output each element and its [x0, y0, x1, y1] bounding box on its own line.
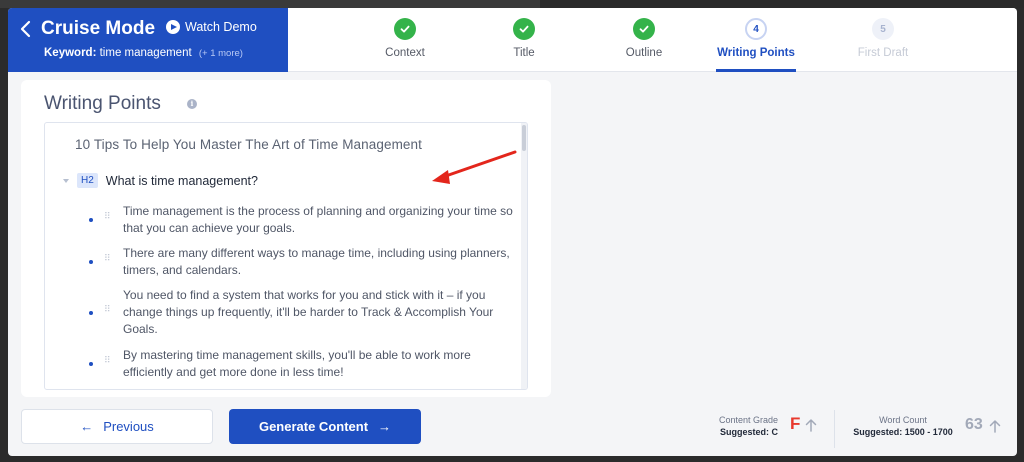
- arrow-left-icon: ←: [80, 419, 94, 434]
- check-icon: [513, 18, 535, 40]
- stepper-bar: Context Title Outline 4 Writing Points 5…: [288, 8, 1017, 72]
- arrow-up-icon: [805, 419, 817, 432]
- step-context[interactable]: Context: [350, 18, 460, 59]
- bullet-icon: [89, 362, 93, 366]
- step-label: Outline: [625, 47, 663, 59]
- backdrop: [0, 0, 1024, 8]
- article-title: 10 Tips To Help You Master The Art of Ti…: [75, 137, 422, 152]
- backdrop-bar: [540, 0, 1024, 8]
- keyword-line: Keyword: time management (+ 1 more): [44, 47, 243, 59]
- annotation-arrow-icon: [432, 150, 517, 184]
- writing-point-text[interactable]: Time management is the process of planni…: [123, 203, 513, 237]
- step-label: Writing Points: [717, 47, 795, 59]
- step-label: First Draft: [857, 47, 909, 59]
- writing-point-text[interactable]: By mastering time management skills, you…: [123, 347, 513, 381]
- content-grade-label: Content Grade: [718, 415, 778, 425]
- watch-demo-button[interactable]: Watch Demo: [166, 20, 257, 34]
- stats-divider: [834, 410, 835, 448]
- previous-button[interactable]: ← Previous: [21, 409, 213, 444]
- check-icon: [394, 18, 416, 40]
- writing-points-card: Writing Points i 10 Tips To Help You Mas…: [21, 80, 551, 397]
- keyword-more-link[interactable]: (+ 1 more): [199, 48, 243, 59]
- writing-point-text[interactable]: There are many different ways to manage …: [123, 245, 513, 279]
- step-label: Title: [513, 47, 535, 59]
- word-count-value: 63: [965, 416, 983, 433]
- generate-content-button[interactable]: Generate Content →: [229, 409, 421, 444]
- step-first-draft: 5 First Draft: [828, 18, 938, 59]
- step-number: 4: [745, 18, 767, 40]
- keyword-value: time management: [99, 47, 192, 59]
- writing-point-text[interactable]: You need to find a system that works for…: [123, 287, 513, 338]
- word-count-suggested: Suggested: 1500 - 1700: [853, 427, 953, 437]
- content-grade-block: Content Grade Suggested: C: [698, 415, 778, 437]
- header-brand-panel: Cruise Mode Watch Demo Keyword: time man…: [8, 8, 288, 72]
- step-label: Context: [385, 47, 425, 59]
- drag-handle-icon[interactable]: ⠿: [104, 356, 111, 365]
- word-count-label: Word Count: [879, 415, 927, 425]
- previous-label: Previous: [103, 419, 154, 434]
- cruise-mode-modal: Cruise Mode Watch Demo Keyword: time man…: [8, 8, 1017, 456]
- writing-point-item[interactable]: ⠿ Time management is the process of plan…: [89, 203, 519, 237]
- active-step-underline: [716, 69, 796, 72]
- content-grade-value: F: [790, 414, 801, 433]
- arrow-right-icon: →: [378, 419, 392, 434]
- h2-heading-row: H2 What is time management?: [63, 173, 258, 188]
- play-icon: [166, 20, 180, 34]
- chevron-down-icon[interactable]: [63, 178, 69, 183]
- generate-content-label: Generate Content: [258, 419, 369, 434]
- h2-badge: H2: [77, 173, 98, 188]
- writing-point-item[interactable]: ⠿ There are many different ways to manag…: [89, 245, 519, 279]
- step-writing-points[interactable]: 4 Writing Points: [701, 18, 811, 59]
- step-title[interactable]: Title: [469, 18, 579, 59]
- bullet-icon: [89, 311, 93, 315]
- writing-point-item[interactable]: ⠿ You need to find a system that works f…: [89, 287, 519, 338]
- h2-heading-text[interactable]: What is time management?: [106, 174, 258, 188]
- content-grade-suggested: Suggested: C: [719, 427, 778, 437]
- step-outline[interactable]: Outline: [589, 18, 699, 59]
- info-icon[interactable]: i: [187, 99, 197, 109]
- check-icon: [633, 18, 655, 40]
- mode-title: Cruise Mode: [41, 18, 156, 39]
- section-title: Writing Points: [44, 93, 161, 114]
- word-count-block: Word Count Suggested: 1500 - 1700: [848, 415, 958, 437]
- keyword-label: Keyword:: [44, 47, 97, 59]
- drag-handle-icon[interactable]: ⠿: [104, 254, 111, 263]
- drag-handle-icon[interactable]: ⠿: [104, 212, 111, 221]
- drag-handle-icon[interactable]: ⠿: [104, 305, 111, 314]
- watch-demo-label: Watch Demo: [185, 20, 257, 34]
- back-arrow-icon[interactable]: [18, 20, 34, 38]
- step-number: 5: [872, 18, 894, 40]
- arrow-up-icon: [989, 420, 1001, 433]
- bullet-icon: [89, 218, 93, 222]
- bullet-icon: [89, 260, 93, 264]
- writing-point-item[interactable]: ⠿ By mastering time management skills, y…: [89, 347, 519, 381]
